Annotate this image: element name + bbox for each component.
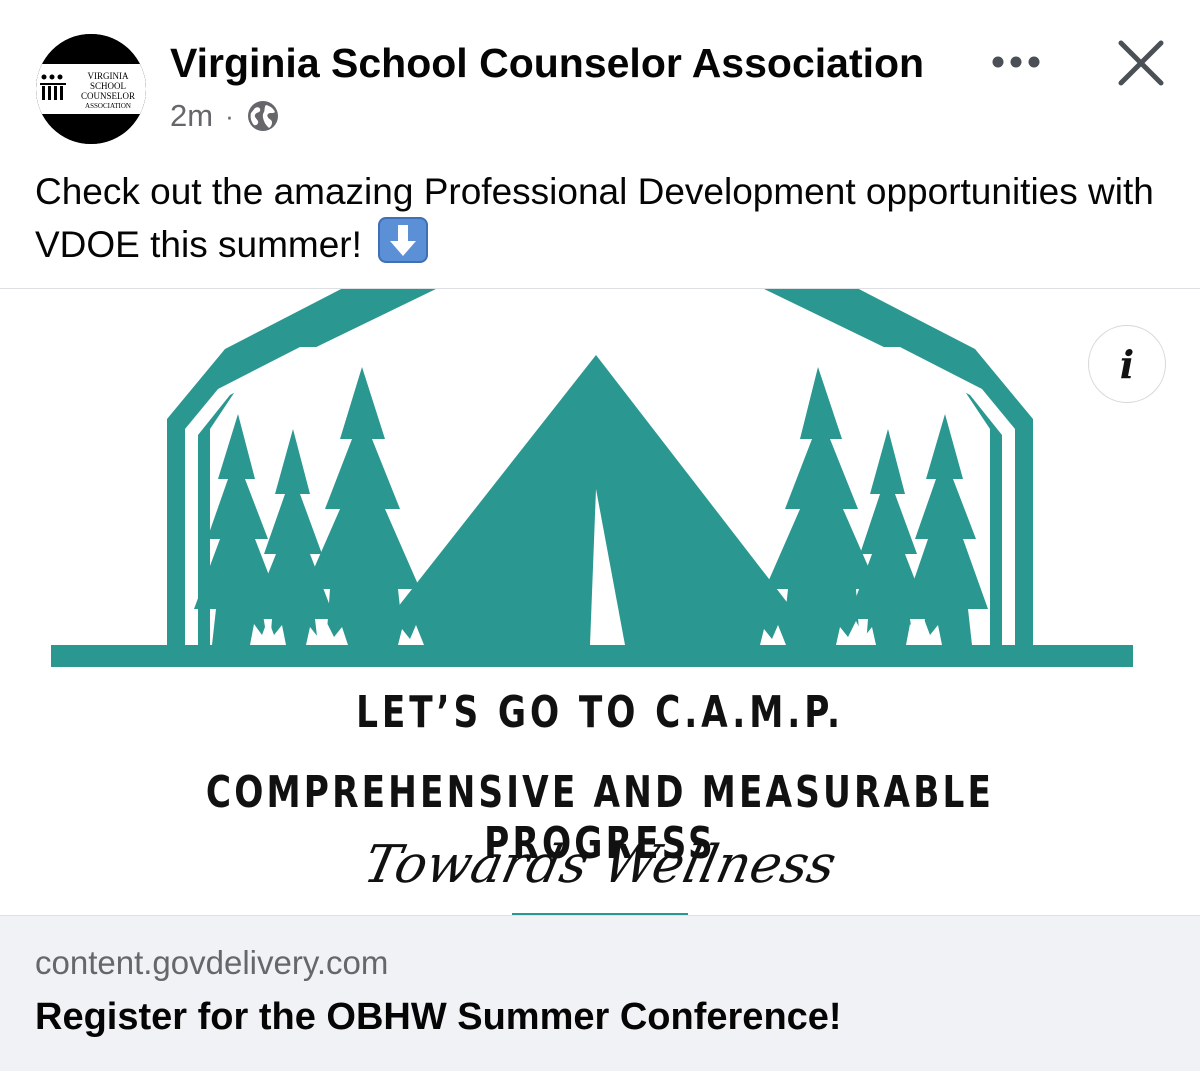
close-button[interactable] xyxy=(1108,30,1174,96)
meta-separator: · xyxy=(225,100,234,131)
caption-text: Check out the amazing Professional Devel… xyxy=(35,171,1154,265)
info-icon: i xyxy=(1119,341,1135,387)
svg-text:COUNSELOR: COUNSELOR xyxy=(81,91,135,101)
info-button[interactable]: i xyxy=(1088,325,1166,403)
page-avatar[interactable]: VIRGINIA SCHOOL COUNSELOR ASSOCIATION xyxy=(36,34,146,144)
svg-text:VIRGINIA: VIRGINIA xyxy=(88,71,129,81)
post-timestamp[interactable]: 2m xyxy=(170,98,213,134)
down-arrow-emoji-icon xyxy=(378,217,429,263)
more-options-button[interactable] xyxy=(985,40,1047,84)
close-icon xyxy=(1118,40,1164,86)
link-domain: content.govdelivery.com xyxy=(35,944,389,981)
link-card[interactable]: content.govdelivery.com Register for the… xyxy=(0,915,1200,1071)
svg-text:SCHOOL: SCHOOL xyxy=(90,81,126,91)
svg-text:ASSOCIATION: ASSOCIATION xyxy=(85,102,131,110)
link-preview-image[interactable]: i LET’S GO TO C.A.M.P. COMPREHENSIVE AND… xyxy=(0,288,1200,915)
globe-icon[interactable] xyxy=(246,99,280,133)
post-meta: 2m · xyxy=(170,96,280,136)
page-name-link[interactable]: Virginia School Counselor Association xyxy=(170,40,924,87)
vsca-logo: VIRGINIA SCHOOL COUNSELOR ASSOCIATION xyxy=(36,34,146,144)
post-caption: Check out the amazing Professional Devel… xyxy=(35,166,1165,270)
camp-script-tagline: Towards Wellness xyxy=(358,835,842,895)
post-header: VIRGINIA SCHOOL COUNSELOR ASSOCIATION Vi… xyxy=(0,0,1200,160)
more-dots-icon xyxy=(992,56,1040,68)
camp-headline: LET’S GO TO C.A.M.P. xyxy=(356,687,844,738)
link-title[interactable]: Register for the OBHW Summer Conference! xyxy=(35,996,842,1039)
